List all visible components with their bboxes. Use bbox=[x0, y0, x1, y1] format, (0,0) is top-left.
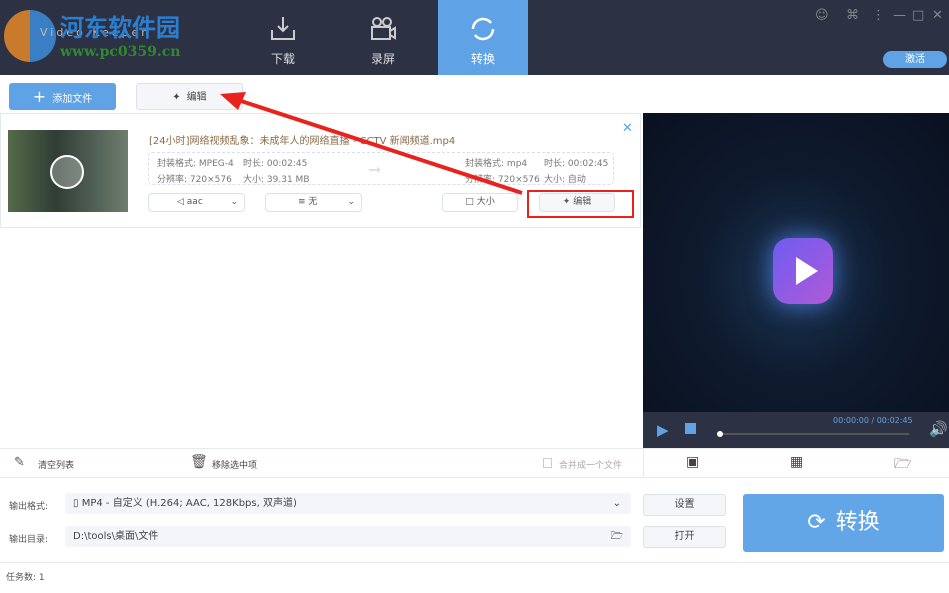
annotation-arrow bbox=[220, 92, 523, 195]
